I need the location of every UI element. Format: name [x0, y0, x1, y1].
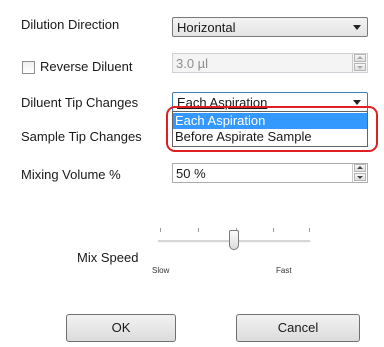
chevron-down-icon	[353, 25, 361, 30]
slider-tick	[273, 228, 274, 232]
mixing-volume-spinner[interactable]	[352, 164, 367, 182]
reverse-diluent-checkbox[interactable]	[22, 61, 35, 74]
spin-up-icon[interactable]	[354, 164, 366, 172]
reverse-diluent-volume-value: 3.0 µl	[176, 56, 209, 71]
spin-up-icon[interactable]	[354, 54, 366, 62]
mix-speed-slow-label: Slow	[152, 266, 170, 275]
reverse-diluent-spinner[interactable]	[352, 54, 367, 72]
ok-button[interactable]: OK	[66, 314, 176, 342]
dilution-direction-label: Dilution Direction	[21, 17, 120, 32]
diluent-tip-changes-label: Diluent Tip Changes	[21, 95, 139, 110]
slider-tick	[160, 228, 161, 232]
spin-down-icon[interactable]	[354, 173, 366, 181]
dilution-direction-combo[interactable]: Horizontal	[172, 17, 368, 37]
reverse-diluent-label: Reverse Diluent	[40, 59, 133, 74]
slider-tick	[198, 228, 199, 232]
mix-speed-fast-label: Fast	[276, 266, 292, 275]
mix-speed-slider-thumb[interactable]	[229, 230, 239, 250]
dilution-direction-value: Horizontal	[177, 20, 236, 35]
cancel-button[interactable]: Cancel	[236, 314, 360, 342]
mixing-volume-label: Mixing Volume %	[21, 167, 121, 182]
spin-down-icon[interactable]	[354, 63, 366, 71]
highlight-annotation	[166, 106, 378, 152]
mixing-volume-input[interactable]: 50 %	[172, 163, 368, 183]
mixing-volume-value: 50 %	[176, 166, 206, 181]
chevron-down-icon	[353, 100, 361, 105]
reverse-diluent-volume-input[interactable]: 3.0 µl	[172, 53, 368, 73]
mix-speed-label: Mix Speed	[77, 250, 139, 265]
sample-tip-changes-label: Sample Tip Changes	[21, 129, 142, 144]
slider-tick	[309, 228, 310, 232]
